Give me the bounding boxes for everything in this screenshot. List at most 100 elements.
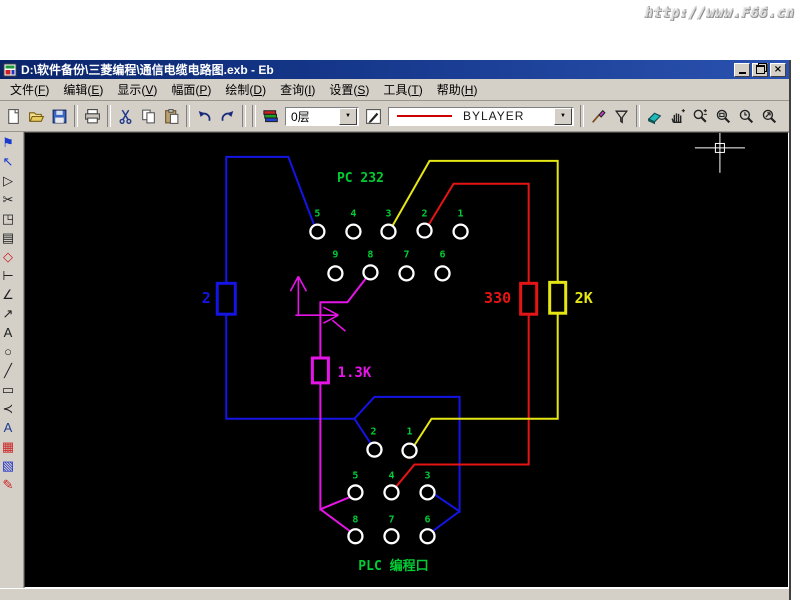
zoom-in-out-button[interactable] — [689, 105, 712, 128]
drawing-toolbar: ⚑↖▷✂◳▤◇⊢∠↗A○╱▭≺A▦▧✎ — [0, 132, 24, 588]
new-file-button[interactable] — [2, 105, 25, 128]
tool-rect-button[interactable]: ▭ — [0, 380, 23, 399]
connector-pin — [402, 444, 416, 458]
toolbar-separator — [242, 105, 246, 127]
brush-button[interactable] — [587, 105, 610, 128]
connector-pin — [381, 225, 395, 239]
app-icon — [3, 63, 17, 77]
connector-pin — [384, 485, 398, 499]
layer-dropdown[interactable]: 0层▼ — [285, 107, 359, 126]
pan-hand-button[interactable] — [666, 105, 689, 128]
tool-polyline-button[interactable]: ≺ — [0, 399, 23, 418]
line-color-button[interactable] — [362, 105, 385, 128]
connector-pin — [384, 529, 398, 543]
tool-pan-view-button[interactable]: ↖ — [0, 152, 23, 171]
tool-pick-button[interactable]: ▷ — [0, 171, 23, 190]
drawing-canvas[interactable]: 54321987621543876PC 232PLC 编程口23302K1.3K — [24, 132, 789, 588]
tool-dimension-button[interactable]: ⊢ — [0, 266, 23, 285]
paste-icon — [163, 108, 180, 125]
redo-button[interactable] — [216, 105, 239, 128]
tool-solid-button[interactable]: ◳ — [0, 209, 23, 228]
zoom-previous-button[interactable] — [735, 105, 758, 128]
new-file-icon — [5, 108, 22, 125]
close-button[interactable]: × — [770, 63, 786, 77]
menu-item-P[interactable]: 幅面(P) — [164, 79, 218, 100]
title-bar[interactable]: D:\软件备份\三菱编程\通信电缆电路图.exb - Eb × — [0, 60, 789, 79]
tool-knife-button[interactable]: ✂ — [0, 190, 23, 209]
print-icon — [84, 108, 101, 125]
circuit-label: PC 232 — [337, 171, 384, 186]
menu-item-T[interactable]: 工具(T) — [376, 79, 429, 100]
tool-angle-button[interactable]: ∠ — [0, 285, 23, 304]
undo-button[interactable] — [193, 105, 216, 128]
tool-ole-button[interactable]: ▤ — [0, 228, 23, 247]
minimize-button[interactable] — [734, 63, 750, 77]
filter-button[interactable] — [610, 105, 633, 128]
circuit-label: 2K — [575, 289, 593, 307]
pin-number: 1 — [406, 427, 412, 438]
chevron-down-icon[interactable]: ▼ — [339, 108, 357, 125]
menu-item-S[interactable]: 设置(S) — [322, 79, 376, 100]
wire — [433, 511, 460, 531]
toolbar-separator — [107, 105, 111, 127]
wire — [414, 312, 558, 446]
tool-text-style-button[interactable]: A — [0, 418, 23, 437]
tool-pointer-button[interactable]: ⚑ — [0, 133, 23, 152]
save-icon — [51, 108, 68, 125]
open-folder-button[interactable] — [25, 105, 48, 128]
copy-button[interactable] — [137, 105, 160, 128]
menu-item-H[interactable]: 帮助(H) — [430, 79, 485, 100]
connector-pin — [328, 266, 342, 280]
layers-icon — [262, 108, 279, 125]
menu-item-E[interactable]: 编辑(E) — [56, 79, 110, 100]
linestyle-dropdown[interactable]: BYLAYER▼ — [388, 107, 574, 126]
linestyle-sample — [397, 115, 452, 117]
zoom-dynamic-button[interactable] — [758, 105, 781, 128]
pin-number: 4 — [350, 209, 356, 220]
wire — [395, 313, 528, 487]
tool-explode-button[interactable]: ✎ — [0, 475, 23, 494]
layers-button[interactable] — [259, 105, 282, 128]
tool-line-button[interactable]: ╱ — [0, 361, 23, 380]
wire — [226, 157, 314, 284]
axis-marker — [323, 307, 338, 315]
pan-hand-icon — [669, 108, 686, 125]
tool-block-make-button[interactable]: ▦ — [0, 437, 23, 456]
circuit-label: 330 — [484, 289, 511, 307]
connector-pin — [348, 485, 362, 499]
status-bar — [0, 588, 789, 600]
tool-diamond-button[interactable]: ◇ — [0, 247, 23, 266]
menu-item-V[interactable]: 显示(V) — [110, 79, 164, 100]
toolbar-separator — [580, 105, 584, 127]
circuit-label: PLC 编程口 — [358, 558, 428, 574]
connector-pin — [418, 224, 432, 238]
cut-button[interactable] — [114, 105, 137, 128]
circuit-label: 1.3K — [338, 365, 372, 381]
redo-icon — [219, 108, 236, 125]
tool-block-insert-button[interactable]: ▧ — [0, 456, 23, 475]
print-button[interactable] — [81, 105, 104, 128]
connector-pin — [310, 225, 324, 239]
restore-button[interactable] — [752, 63, 768, 77]
zoom-window-button[interactable] — [712, 105, 735, 128]
toolbar-separator — [74, 105, 78, 127]
tool-text-button[interactable]: A — [0, 323, 23, 342]
toolbar-separator — [186, 105, 190, 127]
watermark-url: http://www.F66.cn — [645, 6, 795, 21]
undo-icon — [196, 108, 213, 125]
cut-icon — [117, 108, 134, 125]
pin-number: 2 — [422, 209, 428, 220]
menu-item-I[interactable]: 查询(I) — [273, 79, 322, 100]
pin-number: 3 — [385, 209, 391, 220]
eraser-button[interactable] — [643, 105, 666, 128]
tool-leader-button[interactable]: ↗ — [0, 304, 23, 323]
copy-icon — [140, 108, 157, 125]
connector-pin — [363, 265, 377, 279]
tool-circle-button[interactable]: ○ — [0, 342, 23, 361]
chevron-down-icon[interactable]: ▼ — [554, 108, 572, 125]
save-button[interactable] — [48, 105, 71, 128]
paste-button[interactable] — [160, 105, 183, 128]
pin-number: 9 — [332, 249, 338, 260]
menu-item-F[interactable]: 文件(F) — [3, 79, 56, 100]
menu-item-D[interactable]: 绘制(D) — [218, 79, 273, 100]
